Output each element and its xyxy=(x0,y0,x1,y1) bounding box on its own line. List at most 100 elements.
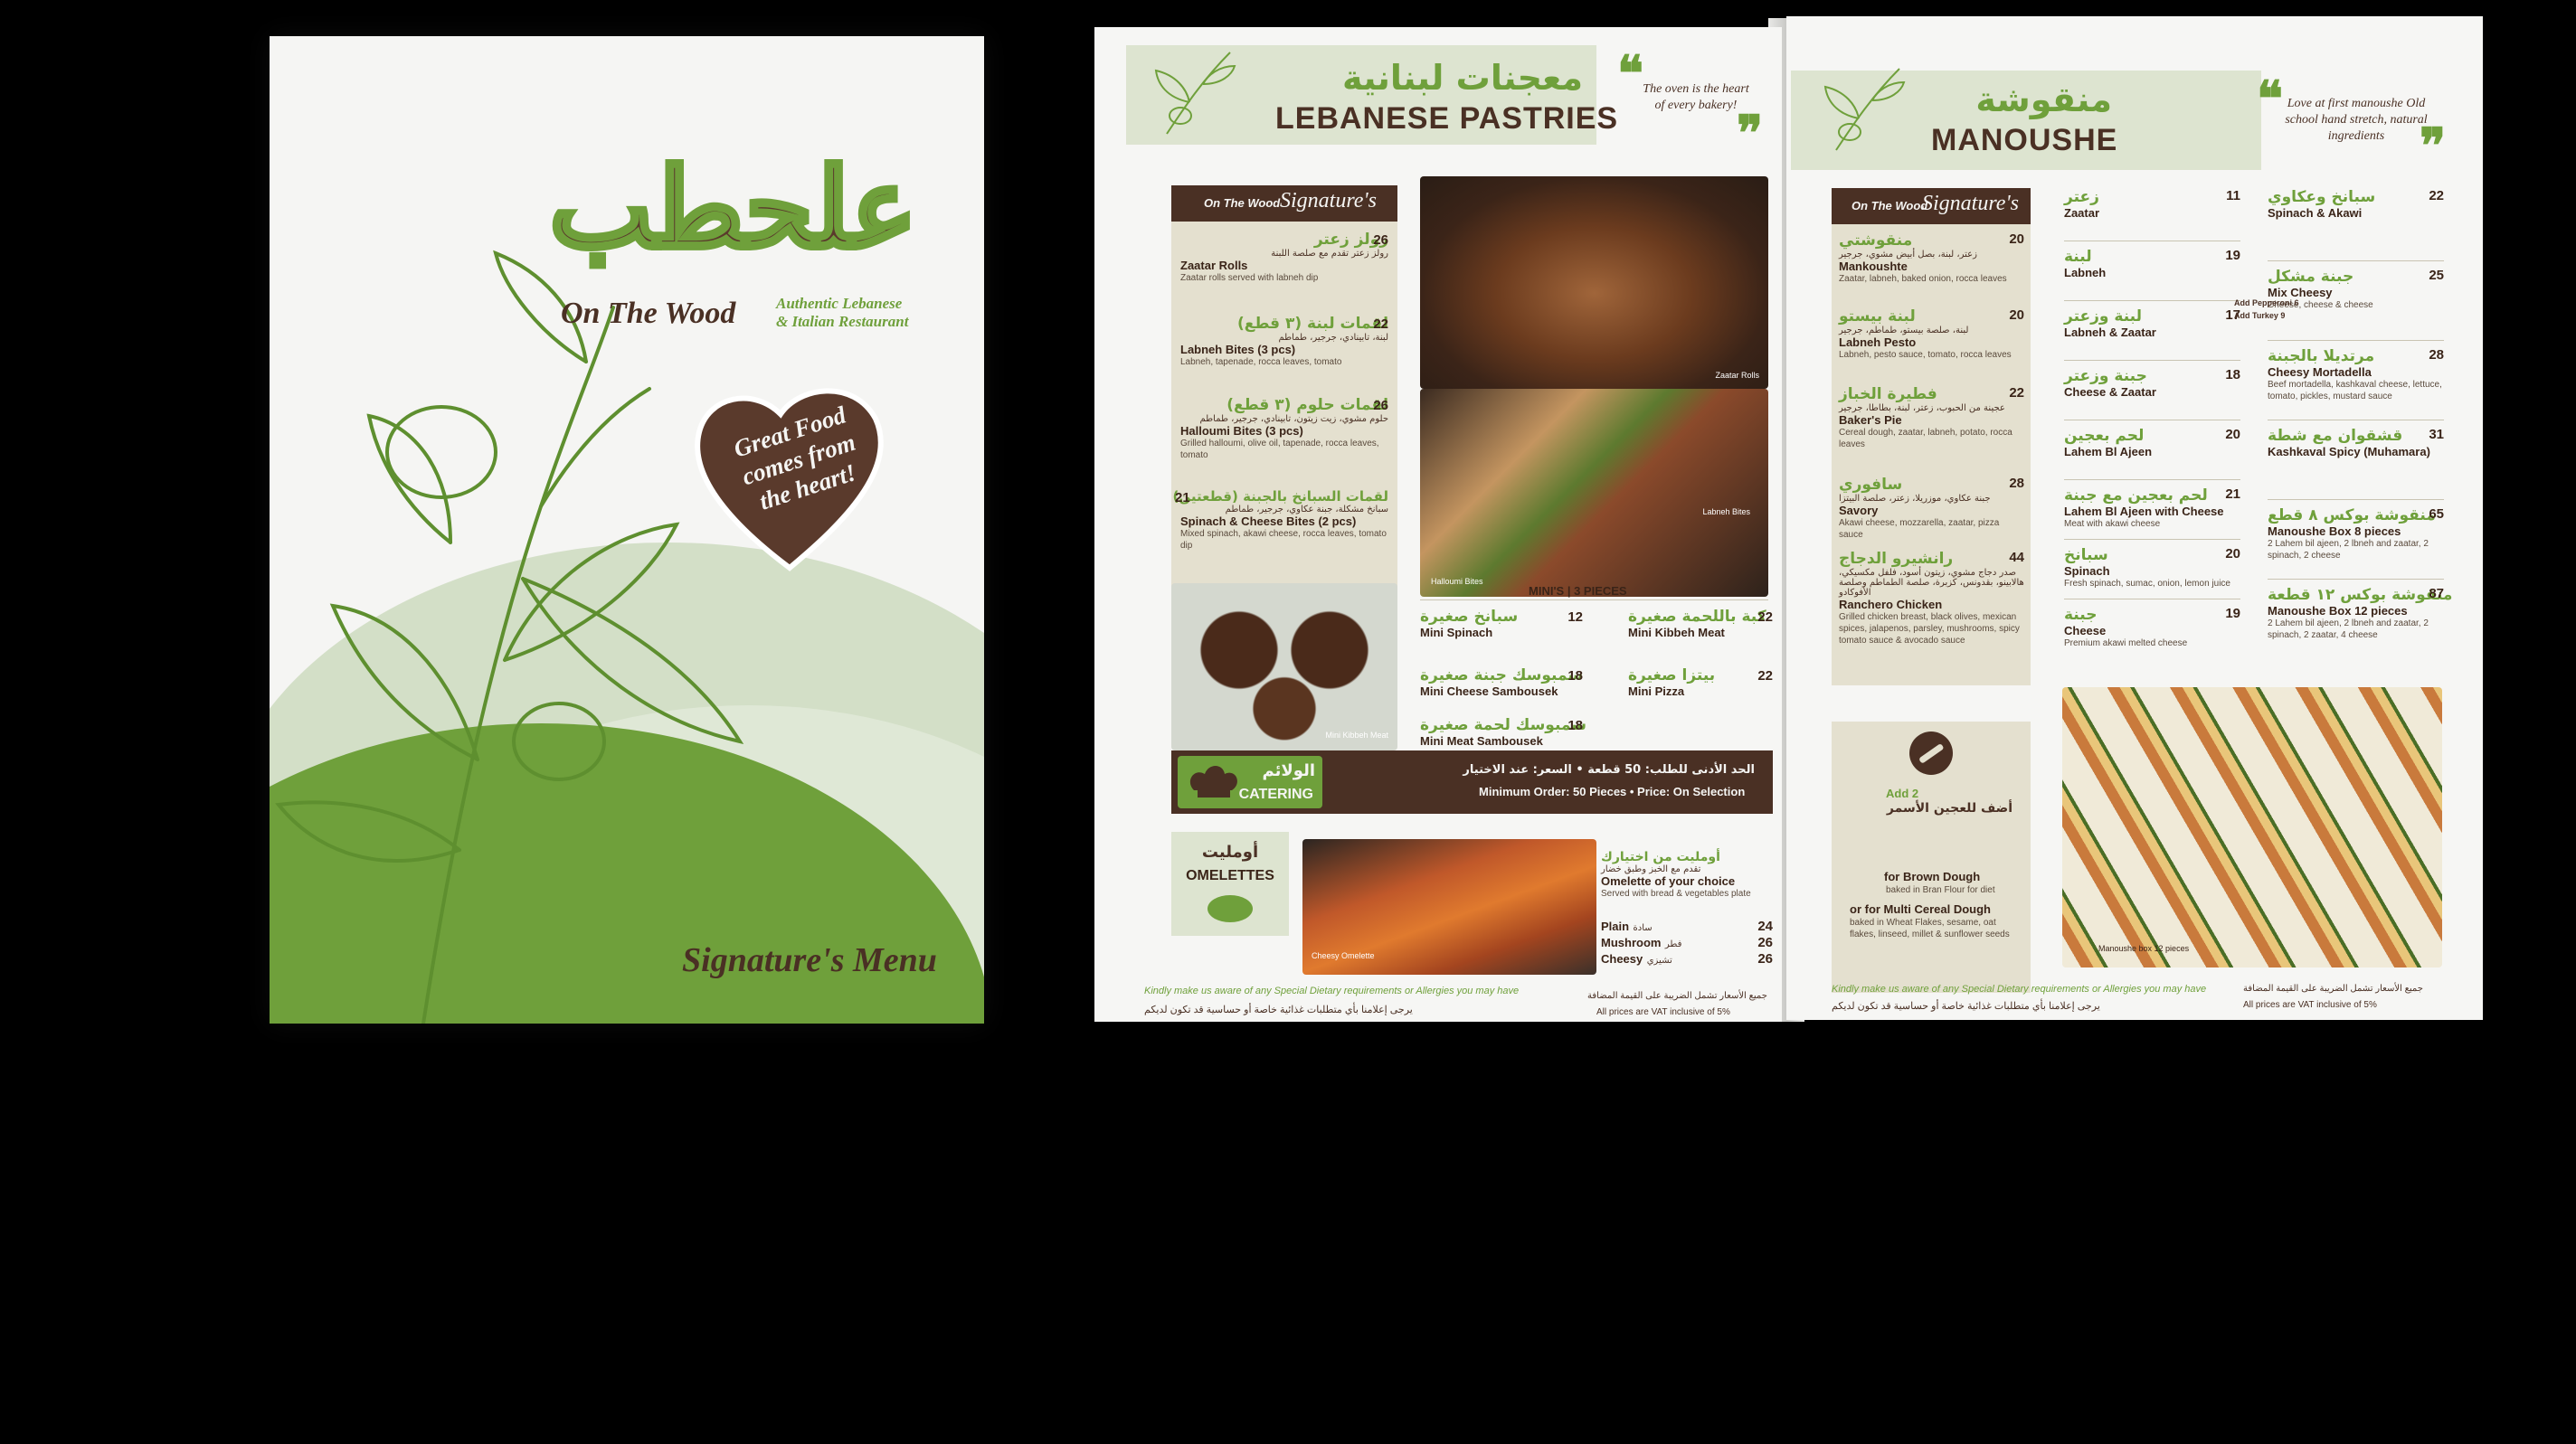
photo-label: Zaatar Rolls xyxy=(1715,371,1759,380)
catering-title-ar: الولائم xyxy=(1262,761,1316,780)
option-name-en: Cheesy xyxy=(1601,952,1643,966)
menu-item[interactable]: رولز زعتر رولز زعتر تقدم مع صلصة اللبنة … xyxy=(1180,231,1388,284)
item-desc-en: Fresh spinach, sumac, onion, lemon juice xyxy=(2064,579,2230,589)
chef-hat-icon xyxy=(1189,766,1237,798)
omelette-option[interactable]: Mushroom فطر 26 xyxy=(1601,935,1773,951)
item-price: 21 xyxy=(2225,486,2240,502)
item-name-en: Spinach xyxy=(2064,564,2110,578)
item-name-ar: جبنة وزعتر xyxy=(2064,367,2147,385)
item-name-en: Mix Cheesy xyxy=(2268,286,2333,299)
item-name-ar: لقمات لبنة (٣ قطع) xyxy=(1236,315,1388,333)
item-price: 22 xyxy=(2009,385,2024,401)
item-name-en: Kashkaval Spicy (Muhamara) xyxy=(2268,445,2430,458)
item-name-ar: سمبوسك لحمة صغيرة xyxy=(1420,716,1587,734)
item-name-en: Cheese & Zaatar xyxy=(2064,385,2156,399)
item-name-en: Omelette of your choice xyxy=(1601,874,1736,888)
menu-item[interactable]: لقمات لبنة (٣ قطع) لبنة، تابينادي، جرجير… xyxy=(1180,315,1388,368)
item-desc-en: Grilled chicken breast, black olives, me… xyxy=(1839,612,2020,646)
menu-item[interactable]: سمبوسك لحمة صغيرة Mini Meat Sambousek 18 xyxy=(1420,716,1587,748)
menu-item[interactable]: لقمات حلوم (٣ قطع) حلوم مشوي، زيت زيتون،… xyxy=(1180,396,1388,461)
signature-label: On The Wood xyxy=(1852,199,1928,212)
item-desc-en: Grilled halloumi, olive oil, tapenade, r… xyxy=(1180,439,1379,460)
item-desc-en: Akawi cheese, mozzarella, zaatar, pizza … xyxy=(1839,518,2000,540)
catering-info-en: Minimum Order: 50 Pieces • Price: On Sel… xyxy=(1479,785,1746,798)
menu-item[interactable]: سبانخ صغيرة Mini Spinach 12 xyxy=(1420,608,1583,639)
catering-info-ar: الحد الأدنى للطلب: 50 قطعة • السعر: عند … xyxy=(1463,763,1755,777)
item-name-ar: لبنة وزعتر xyxy=(2064,307,2142,326)
divider xyxy=(2268,579,2444,580)
item-desc-ar: سبانخ مشكلة، جبنة عكاوي، جرجير، طماطم xyxy=(1225,505,1388,514)
item-price: 19 xyxy=(2225,248,2240,263)
tagline-line-2: & Italian Restaurant xyxy=(776,313,909,330)
menu-item[interactable]: أومليت من اختيارك تقدم مع الخبز وطبق خضا… xyxy=(1601,850,1773,900)
item-desc-ar: عجينة من الحبوب، زعتر، لبنة، بطاطا، جرجي… xyxy=(1839,403,2005,413)
logo-arabic: علحطب xyxy=(547,142,919,275)
close-quote-icon: ❞ xyxy=(2420,119,2447,174)
item-desc-en: Labneh, tapenade, rocca leaves, tomato xyxy=(1180,357,1342,367)
manoushe-box-photo: Manoushe box 12 pieces xyxy=(2062,687,2442,967)
menu-item[interactable]: منقوشة بوكس ١٢ قطعة Manoushe Box 12 piece… xyxy=(2268,586,2452,641)
item-name-ar: سافوري xyxy=(1839,476,1903,494)
divider xyxy=(2268,499,2444,500)
item-name-en: Mini Spinach xyxy=(1420,626,1493,639)
item-price: 11 xyxy=(2226,188,2240,203)
menu-item[interactable]: مرتديلا بالجبنة Cheesy Mortadella Beef mor… xyxy=(2268,347,2444,402)
item-name-en: Mini Pizza xyxy=(1628,684,1685,698)
menu-item[interactable]: سبانخ وعكاوي Spinach & Akawi 22 xyxy=(2268,188,2444,220)
photo-label: Manoushe box 12 pieces xyxy=(2098,944,2190,953)
item-desc-en: Meat with akawi cheese xyxy=(2064,519,2161,529)
item-name-ar: رولز زعتر xyxy=(1313,231,1388,249)
tagline-line-1: Authentic Lebanese xyxy=(776,295,903,312)
item-name-ar: قشقوان مع شطة xyxy=(2268,427,2403,445)
mix-cheesy-addon-1: Add Pepperoni 6 xyxy=(2234,298,2299,307)
item-name-ar: لحم بعجين مع جبنة xyxy=(2064,486,2208,505)
item-desc-en: Premium akawi melted cheese xyxy=(2064,638,2188,648)
menu-item[interactable]: كبة باللحمة صغيرة Mini Kibbeh Meat 22 xyxy=(1628,608,1773,639)
menu-item[interactable]: لبنة بيستو لبنة، صلصة بيستو، طماطم، جرجي… xyxy=(1839,307,2024,361)
menu-item[interactable]: سبانخ Spinach Fresh spinach, sumac, onion,… xyxy=(2064,546,2240,590)
item-name-en: Mini Kibbeh Meat xyxy=(1628,626,1725,639)
allergy-note-en: Kindly make us aware of any Special Diet… xyxy=(1144,986,1520,996)
menu-item[interactable]: لحم بعجين مع جبنة Lahem Bl Ajeen with Che… xyxy=(2064,486,2240,530)
item-name-en: Lahem Bl Ajeen xyxy=(2064,445,2153,458)
option-name-ar: سادة xyxy=(1633,923,1653,933)
option-name-ar: فطر xyxy=(1664,939,1682,949)
item-desc-en: Served with bread & vegetables plate xyxy=(1601,889,1751,899)
mini-kibbeh-photo: Mini Kibbeh Meat xyxy=(1171,583,1397,750)
menu-item[interactable]: منقوشة بوكس ٨ قطع Manoushe Box 8 pieces 2 … xyxy=(2268,506,2444,562)
menu-item[interactable]: لقمات السبانخ بالجبنة (قطعتين) سبانخ مشك… xyxy=(1172,488,1389,552)
item-price: 87 xyxy=(2429,586,2444,601)
rolling-pin-icon xyxy=(1909,731,1953,775)
olive-sprig-icon xyxy=(1154,52,1236,135)
item-price: 28 xyxy=(2429,347,2444,363)
menu-item[interactable]: رانشيرو الدجاج صدر دجاج مشوي، زيتون أسود… xyxy=(1839,550,2024,646)
menu-item[interactable]: جبنة وزعتر Cheese & Zaatar 18 xyxy=(2064,367,2240,399)
item-price: 20 xyxy=(2009,307,2024,323)
item-name-en: Baker's Pie xyxy=(1839,413,1902,427)
item-desc-en: 2 Lahem bil ajeen, 2 lbneh and zaatar, 2… xyxy=(2268,539,2429,561)
divider xyxy=(2064,360,2240,361)
menu-item[interactable]: زعتر Zaatar 11 xyxy=(2064,188,2240,220)
omelette-option[interactable]: Cheesy تشيزي 26 xyxy=(1601,951,1773,967)
item-price: 25 xyxy=(2429,268,2444,283)
divider xyxy=(2064,300,2240,301)
zaatar-rolls-photo: Zaatar Rolls xyxy=(1420,176,1768,389)
olive-icon xyxy=(1208,895,1253,922)
close-quote-icon: ❞ xyxy=(1737,107,1764,161)
menu-item[interactable]: قشقوان مع شطة Kashkaval Spicy (Muhamara) 3… xyxy=(2268,427,2444,458)
vat-note-en: All prices are VAT inclusive of 5% xyxy=(1596,1007,1730,1017)
menu-item[interactable]: بيتزا صغيرة Mini Pizza 22 xyxy=(1628,666,1773,698)
pastries-title-english: LEBANESE PASTRIES xyxy=(1275,101,1619,136)
menu-item[interactable]: لحم بعجين Lahem Bl Ajeen 20 xyxy=(2064,427,2240,458)
omelette-option[interactable]: Plain سادة 24 xyxy=(1601,919,1773,935)
menu-item[interactable]: سمبوسك جبنة صغيرة Mini Cheese Sambousek … xyxy=(1420,666,1583,698)
item-name-ar: لقمات السبانخ بالجبنة (قطعتين) xyxy=(1172,488,1389,505)
menu-item[interactable]: فطيرة الخباز عجينة من الحبوب، زعتر، لبنة… xyxy=(1839,385,2024,450)
menu-item[interactable]: لبنة Labneh 19 xyxy=(2064,248,2240,279)
item-name-ar: لقمات حلوم (٣ قطع) xyxy=(1226,396,1388,414)
menu-item[interactable]: سافوري جبنة عكاوي، موزريلا، زعتر، صلصة ا… xyxy=(1839,476,2024,541)
menu-item[interactable]: لبنة وزعتر Labneh & Zaatar 17 xyxy=(2064,307,2240,339)
menu-item[interactable]: منقوشتي زعتر، لبنة، بصل أبيض مشوي، جرجير… xyxy=(1839,231,2024,285)
option-name-en: Plain xyxy=(1601,920,1630,933)
menu-item[interactable]: جبنة Cheese Premium akawi melted cheese 19 xyxy=(2064,606,2240,649)
